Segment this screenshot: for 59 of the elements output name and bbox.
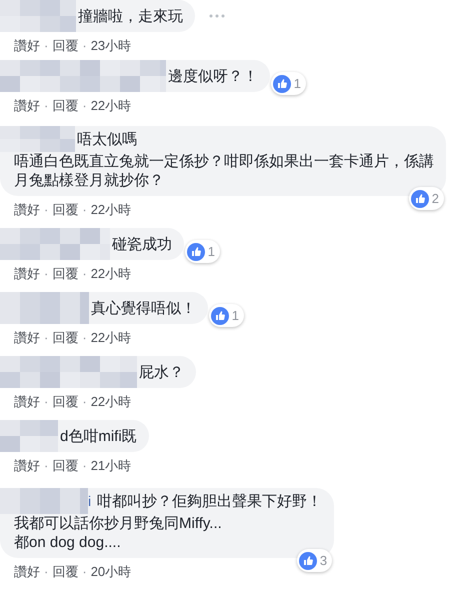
comment-text: d色咁mifi既 — [59, 426, 137, 446]
separator-dot: · — [82, 564, 87, 580]
separator-dot: · — [82, 202, 87, 218]
separator-dot: · — [44, 98, 48, 114]
separator-dot: · — [82, 38, 87, 54]
thumbs-up-icon — [272, 74, 291, 92]
separator-dot: · — [82, 394, 87, 410]
separator-dot: · — [82, 330, 87, 346]
comment-text: 邊度似呀？！ — [167, 66, 258, 86]
comment-action-link[interactable]: 回覆 — [52, 394, 78, 410]
thumbs-up-icon — [210, 306, 229, 324]
comment-time[interactable]: 20小時 — [90, 564, 132, 580]
comment-action-link[interactable]: 讚好 — [14, 266, 40, 282]
comment-action-link[interactable]: 回覆 — [52, 330, 78, 346]
comment-text: 碰瓷成功 — [111, 234, 172, 254]
comment-action-link[interactable]: 讚好 — [14, 98, 40, 114]
comment-action-link[interactable]: 回覆 — [52, 564, 78, 580]
separator-dot: · — [44, 202, 48, 218]
comment-action-link[interactable]: 讚好 — [14, 38, 40, 54]
commenter-name[interactable]: i — [88, 492, 92, 510]
comment-action-link[interactable]: 讚好 — [14, 458, 40, 474]
comment-action-link[interactable]: 讚好 — [14, 564, 40, 580]
comment-time[interactable]: 22小時 — [90, 202, 132, 218]
separator-dot: · — [82, 266, 87, 282]
comment-text: 撞牆啦，走來玩 — [77, 6, 183, 26]
comment-text: 唔太似嗎 — [76, 130, 137, 148]
separator-dot: · — [82, 98, 87, 114]
separator-dot: · — [44, 38, 48, 54]
separator-dot: · — [44, 564, 48, 580]
comment-time[interactable]: 23小時 — [90, 38, 132, 54]
comment-time[interactable]: 21小時 — [90, 458, 132, 474]
thumbs-up-icon — [186, 242, 205, 260]
separator-dot: · — [44, 330, 48, 346]
comment-text: 唔通白色既直立兔就一定係抄？咁即係如果出一套卡通片，係講 — [14, 153, 434, 170]
comment-action-link[interactable]: 讚好 — [14, 330, 40, 346]
comment-text: 我都可以話你抄月野兔同Miffy... — [14, 515, 222, 532]
separator-dot: · — [44, 394, 48, 410]
separator-dot: · — [44, 266, 48, 282]
thumbs-up-icon — [410, 190, 429, 208]
comment-action-link[interactable]: 回覆 — [52, 98, 78, 114]
comment-time[interactable]: 22小時 — [90, 266, 132, 282]
separator-dot: · — [82, 458, 87, 474]
separator-dot: · — [44, 458, 48, 474]
comment-text: 月兔點樣登月就抄你？ — [14, 172, 164, 189]
comment-text: 屁水？ — [138, 362, 184, 382]
comment-action-link[interactable]: 讚好 — [14, 202, 40, 218]
comment-time[interactable]: 22小時 — [90, 330, 132, 346]
comment-action-link[interactable]: 回覆 — [52, 202, 78, 218]
comment-action-link[interactable]: 讚好 — [14, 394, 40, 410]
comment-action-link[interactable]: 回覆 — [52, 38, 78, 54]
comment-text: 真心覺得唔似！ — [90, 298, 196, 318]
comment-time[interactable]: 22小時 — [90, 394, 132, 410]
comment-text: 咁都叫抄？佢夠胆出聲果下好野！ — [96, 492, 322, 510]
comment-time[interactable]: 22小時 — [90, 98, 132, 114]
thumbs-up-icon — [298, 552, 317, 570]
comment-action-link[interactable]: 回覆 — [52, 266, 78, 282]
more-options-icon[interactable] — [209, 14, 225, 18]
comment-text: 都on dog dog.... — [14, 534, 121, 551]
comment-action-link[interactable]: 回覆 — [52, 458, 78, 474]
